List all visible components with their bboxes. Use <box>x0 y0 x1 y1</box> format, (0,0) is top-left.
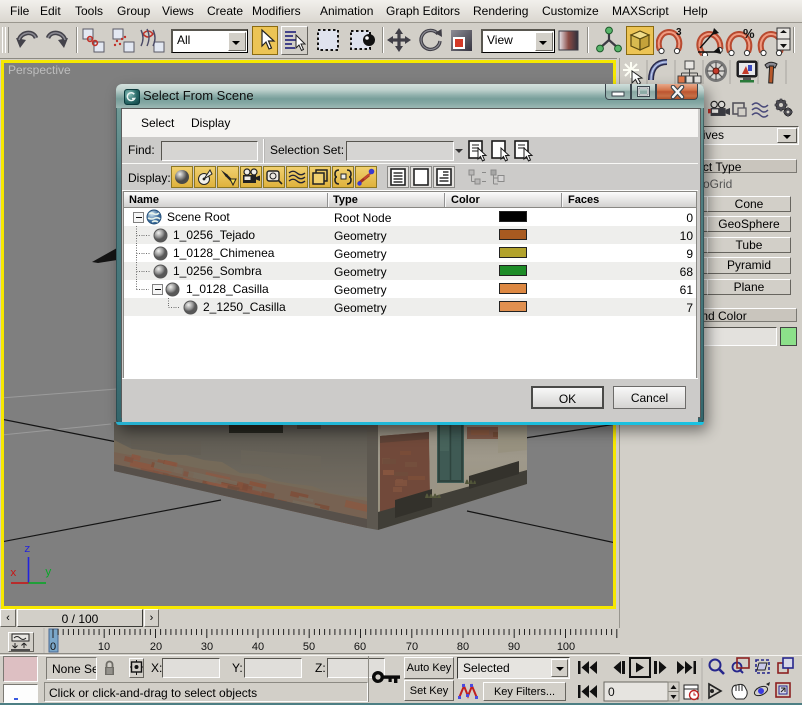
svg-text:0: 0 <box>608 685 615 699</box>
svg-text:20: 20 <box>150 641 162 653</box>
svg-text:0: 0 <box>50 641 56 653</box>
svg-text:3: 3 <box>676 27 682 38</box>
svg-text:10: 10 <box>98 641 110 653</box>
svg-text:50: 50 <box>303 641 315 653</box>
svg-text:70: 70 <box>406 641 418 653</box>
svg-text:%: % <box>743 26 755 41</box>
svg-text:60: 60 <box>354 641 366 653</box>
svg-text:80: 80 <box>457 641 469 653</box>
svg-text:100: 100 <box>557 641 575 653</box>
svg-text:90: 90 <box>508 641 520 653</box>
svg-text:z: z <box>24 544 31 556</box>
svg-text:40: 40 <box>252 641 264 653</box>
svg-text:y: y <box>45 567 52 579</box>
svg-text:x: x <box>10 568 17 580</box>
svg-text:30: 30 <box>201 641 213 653</box>
